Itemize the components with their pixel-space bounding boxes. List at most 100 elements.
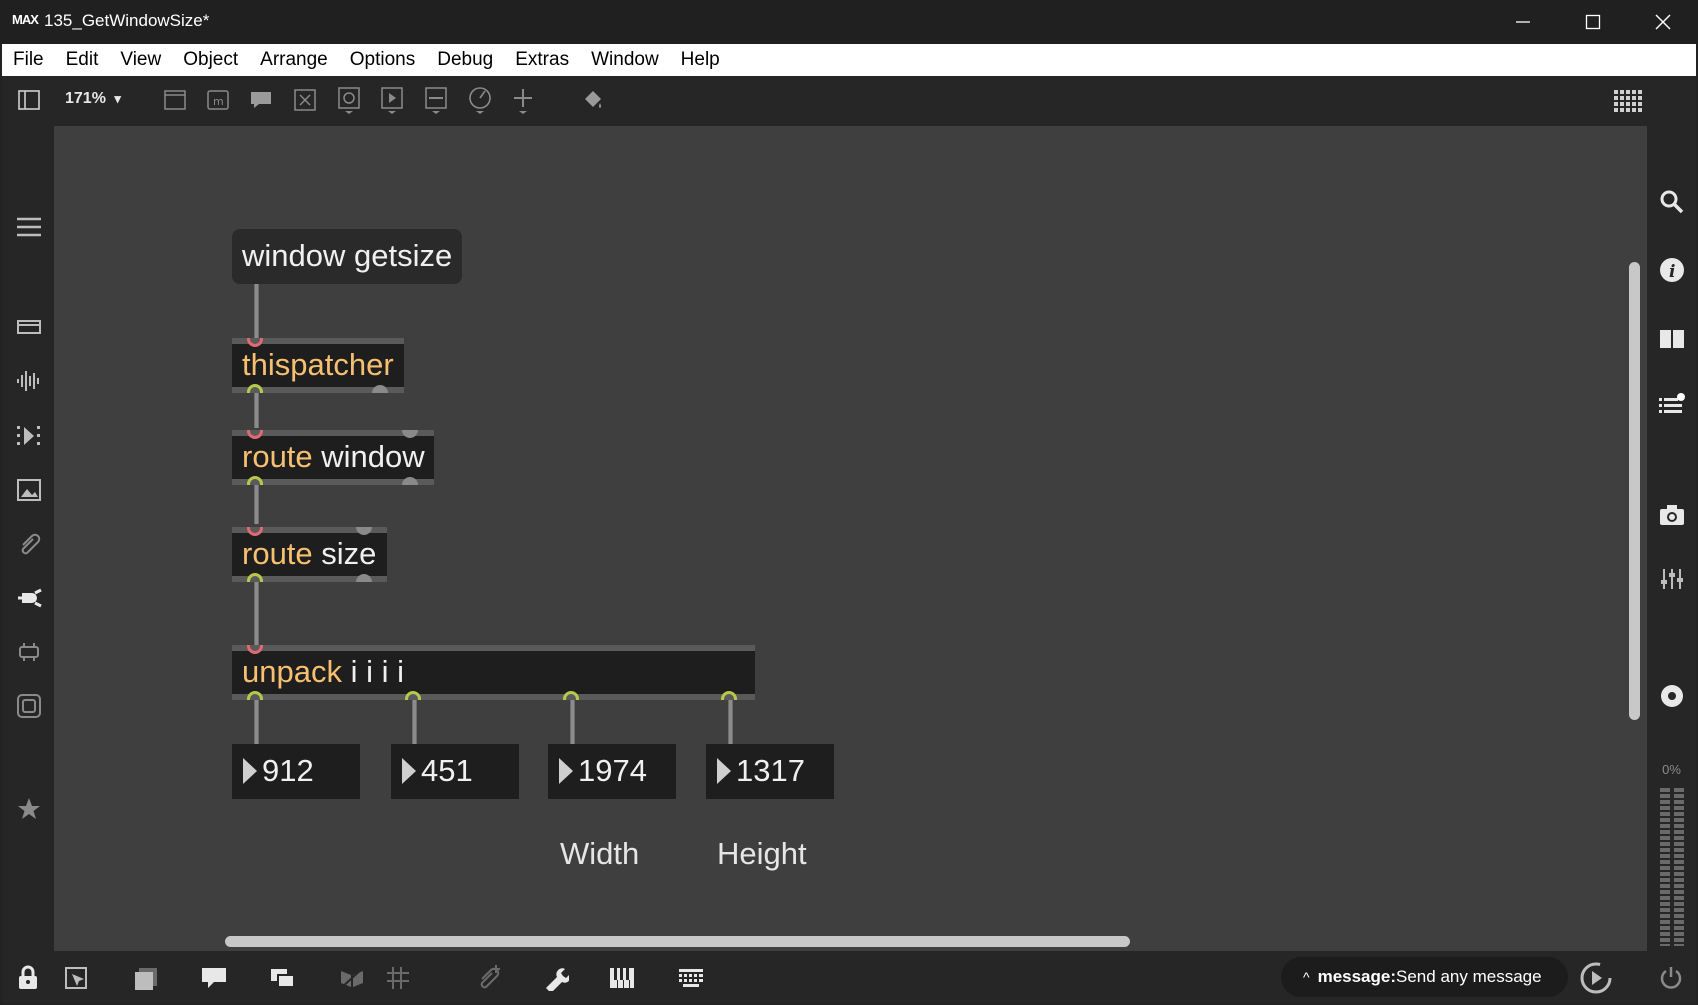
object-route-size[interactable]: route size xyxy=(232,527,387,582)
number-box[interactable]: 451 xyxy=(391,744,519,799)
new-object-icon[interactable] xyxy=(162,87,188,113)
menu-options[interactable]: Options xyxy=(350,49,415,71)
presentation-mode-icon[interactable] xyxy=(62,964,90,992)
piano-keyboard-icon[interactable] xyxy=(608,964,636,992)
camera-icon[interactable] xyxy=(1658,501,1686,529)
new-message-icon[interactable]: m xyxy=(205,87,231,113)
wrench-icon[interactable] xyxy=(542,964,570,992)
number-value: 912 xyxy=(262,753,314,788)
outlet[interactable] xyxy=(247,573,263,582)
audio-play-icon[interactable] xyxy=(1579,961,1613,995)
number-value: 451 xyxy=(421,753,473,788)
new-dial-icon[interactable] xyxy=(467,87,493,114)
bottom-toolbar: ^ message: Send any message xyxy=(2,951,1696,1003)
patch-cord[interactable] xyxy=(254,390,259,428)
star-icon[interactable] xyxy=(14,794,44,824)
frame-icon[interactable] xyxy=(14,691,44,721)
search-icon[interactable] xyxy=(1658,188,1686,216)
number-triangle-icon xyxy=(243,758,257,784)
close-button[interactable] xyxy=(1628,0,1698,44)
right-sidebar: i 0% xyxy=(1647,126,1696,951)
outlet[interactable] xyxy=(247,476,263,485)
vertical-scrollbar[interactable] xyxy=(1629,262,1640,720)
record-icon[interactable] xyxy=(1658,682,1686,710)
status-message-box[interactable]: ^ message: Send any message xyxy=(1281,957,1568,997)
inlet[interactable] xyxy=(356,527,372,535)
object-argument: i i i i xyxy=(341,654,404,689)
minimize-button[interactable] xyxy=(1488,0,1558,44)
new-toggle-icon[interactable] xyxy=(336,87,362,114)
number-triangle-icon xyxy=(402,758,416,784)
hide-objects-icon[interactable] xyxy=(338,964,366,992)
number-box[interactable]: 1317 xyxy=(706,744,834,799)
new-number-icon[interactable] xyxy=(379,87,405,114)
power-icon[interactable] xyxy=(1657,964,1685,992)
mixer-sliders-icon[interactable] xyxy=(1658,565,1686,593)
console-list-icon[interactable] xyxy=(1658,391,1686,419)
number-box[interactable]: 912 xyxy=(232,744,360,799)
menu-help[interactable]: Help xyxy=(681,49,720,71)
new-button-icon[interactable] xyxy=(292,87,318,113)
chevron-down-icon: ▾ xyxy=(114,91,121,106)
menu-view[interactable]: View xyxy=(120,49,161,71)
outlet[interactable] xyxy=(721,691,737,700)
patch-cord[interactable] xyxy=(254,482,259,524)
max-logo: MAX xyxy=(12,12,39,27)
sequencer-icon[interactable] xyxy=(14,421,44,451)
inlet[interactable] xyxy=(402,430,418,438)
menu-debug[interactable]: Debug xyxy=(437,49,493,71)
object-thispatcher[interactable]: thispatcher xyxy=(232,338,404,393)
zoom-dropdown[interactable]: 171% ▾ xyxy=(65,90,121,108)
new-comment-icon[interactable] xyxy=(248,87,274,113)
patch-cord[interactable] xyxy=(254,284,259,340)
maximize-button[interactable] xyxy=(1558,0,1628,44)
menu-icon[interactable] xyxy=(14,212,44,242)
computer-keyboard-icon[interactable] xyxy=(677,964,705,992)
hint-comment-icon[interactable] xyxy=(200,964,228,992)
menu-edit[interactable]: Edit xyxy=(66,49,99,71)
paperclip-icon[interactable] xyxy=(14,529,44,559)
windows-stack-icon[interactable] xyxy=(269,964,297,992)
add-object-icon[interactable] xyxy=(510,87,536,114)
horizontal-scrollbar[interactable] xyxy=(225,936,1130,947)
comment-width: Width xyxy=(560,836,640,871)
inlet[interactable] xyxy=(247,430,263,439)
grid-icon[interactable] xyxy=(384,964,412,992)
outlet[interactable] xyxy=(247,691,263,700)
menu-object[interactable]: Object xyxy=(183,49,238,71)
outlet[interactable] xyxy=(563,691,579,700)
inlet[interactable] xyxy=(247,527,263,536)
object-unpack[interactable]: unpack i i i i xyxy=(232,645,755,700)
grid-view-icon[interactable] xyxy=(1612,86,1644,116)
background-layer-icon[interactable] xyxy=(132,964,160,992)
outlet[interactable] xyxy=(405,691,421,700)
plugin-icon[interactable] xyxy=(14,583,44,613)
patch-cord[interactable] xyxy=(728,698,733,748)
hardware-icon[interactable] xyxy=(14,637,44,667)
lock-icon[interactable] xyxy=(14,964,42,992)
menu-extras[interactable]: Extras xyxy=(515,49,569,71)
window-title: 135_GetWindowSize* xyxy=(44,11,210,30)
menu-window[interactable]: Window xyxy=(591,49,659,71)
patch-cord[interactable] xyxy=(254,698,259,748)
new-slider-icon[interactable] xyxy=(423,87,449,114)
inlet[interactable] xyxy=(247,338,263,347)
sidebar-toggle-icon[interactable] xyxy=(16,87,42,113)
patch-cord[interactable] xyxy=(570,698,575,748)
patch-cord[interactable] xyxy=(412,698,417,748)
menu-arrange[interactable]: Arrange xyxy=(260,49,328,71)
outlet[interactable] xyxy=(247,384,263,393)
attach-paperclip-icon[interactable] xyxy=(476,964,504,992)
reference-book-icon[interactable] xyxy=(1658,325,1686,353)
number-box[interactable]: 1974 xyxy=(548,744,676,799)
inlet[interactable] xyxy=(247,645,263,654)
info-icon[interactable]: i xyxy=(1658,256,1686,284)
menu-file[interactable]: File xyxy=(13,49,44,71)
image-icon[interactable] xyxy=(14,475,44,505)
object-route-window[interactable]: route window xyxy=(232,430,434,485)
message-box-window-getsize[interactable]: window getsize xyxy=(232,229,462,284)
audio-waveform-icon[interactable] xyxy=(14,366,44,396)
presentation-icon[interactable] xyxy=(14,312,44,342)
paint-bucket-icon[interactable] xyxy=(580,87,606,113)
patcher-canvas[interactable]: window getsize thispatcher route window xyxy=(54,126,1647,951)
